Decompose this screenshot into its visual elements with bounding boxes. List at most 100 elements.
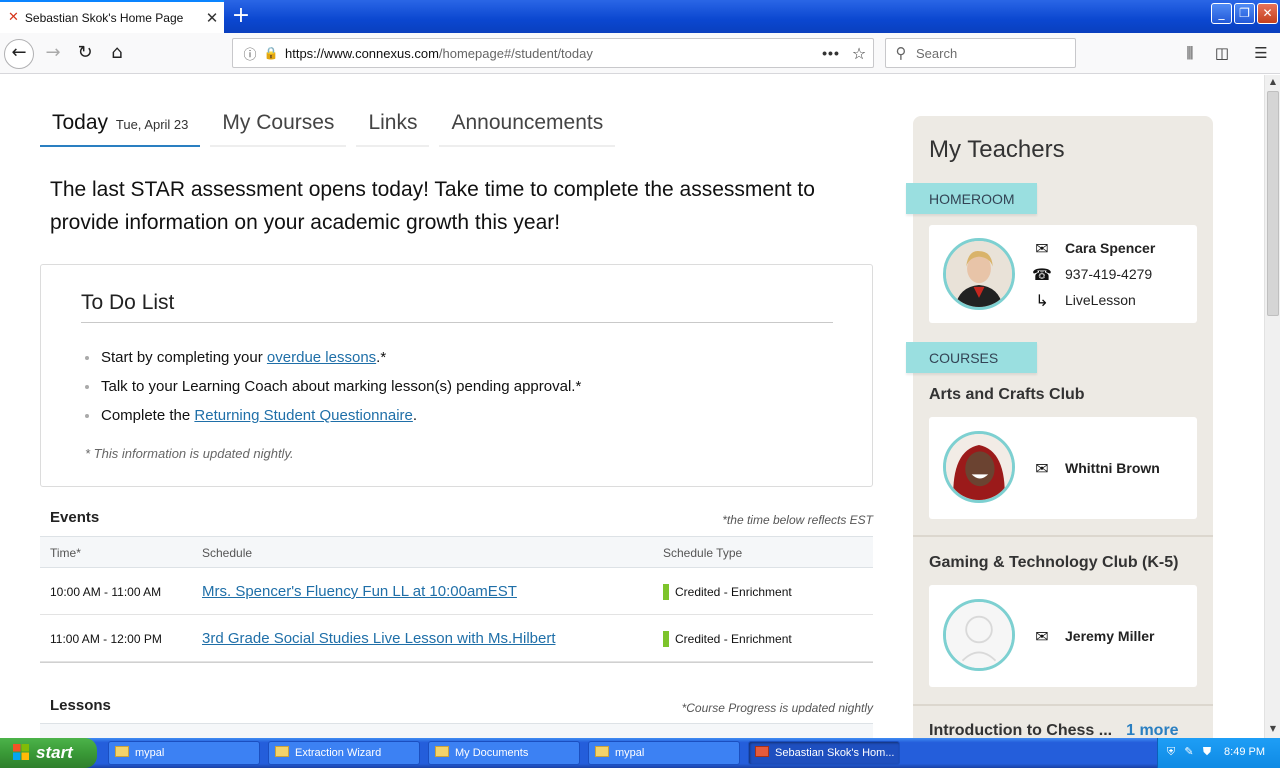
course-teacher-card: ✉ Whittni Brown xyxy=(929,417,1197,519)
todo-note: * This information is updated nightly. xyxy=(85,446,294,461)
minimize-button[interactable]: _ xyxy=(1211,3,1232,24)
events-title: Events xyxy=(50,509,100,526)
url-text[interactable]: https://www.connexus.com/homepage#/stude… xyxy=(281,46,817,61)
folder-icon xyxy=(275,746,289,757)
todo-item-suffix: .* xyxy=(376,349,387,366)
close-tab-icon[interactable]: ✕ xyxy=(200,9,224,27)
browser-tab-title: Sebastian Skok's Home Page xyxy=(24,10,184,25)
security-tray-icon[interactable]: ⛊ xyxy=(1200,745,1214,759)
tab-today[interactable]: Today Tue, April 23 xyxy=(40,105,201,147)
course-teacher-card: ✉ Jeremy Miller xyxy=(929,585,1197,687)
course-divider xyxy=(913,704,1213,706)
library-icon[interactable]: ⫼ xyxy=(1178,42,1202,66)
schedule-type-marker xyxy=(663,631,669,647)
email-icon[interactable]: ✉ xyxy=(1031,239,1053,258)
back-icon[interactable]: ← xyxy=(4,39,34,69)
event-schedule-type: Credited - Enrichment xyxy=(675,585,792,599)
navigation-toolbar: ← → ↻ ⌂ ⓘ 🔒 https://www.connexus.com/hom… xyxy=(0,33,1280,74)
email-icon[interactable]: ✉ xyxy=(1031,459,1053,478)
lock-warning-icon[interactable]: 🔒 xyxy=(261,46,281,60)
course-divider xyxy=(913,535,1213,537)
scrollbar-thumb[interactable] xyxy=(1267,91,1279,316)
page-tabs: Today Tue, April 23 My Courses Links Ann… xyxy=(40,105,625,147)
todo-item-learning-coach: Talk to your Learning Coach about markin… xyxy=(85,378,581,407)
column-header-schedule-type: Schedule Type xyxy=(663,546,743,560)
todo-divider xyxy=(81,322,833,323)
url-path: /homepage#/student/today xyxy=(438,45,593,61)
tab-my-courses[interactable]: My Courses xyxy=(210,105,347,147)
events-table-header: Time* Schedule Schedule Type xyxy=(40,536,873,568)
overdue-lessons-link[interactable]: overdue lessons xyxy=(267,349,376,366)
folder-icon xyxy=(115,746,129,757)
clock: 8:49 PM xyxy=(1224,746,1265,758)
teacher-photo-avatar xyxy=(943,238,1015,310)
questionnaire-link[interactable]: Returning Student Questionnaire xyxy=(194,407,412,424)
taskbar-item[interactable]: mypal xyxy=(108,741,260,765)
forward-icon[interactable]: → xyxy=(38,39,68,69)
my-teachers-panel: My Teachers HOMEROOM ✉ Cara Spencer ☎ 937-… xyxy=(906,116,1213,738)
reload-icon[interactable]: ↻ xyxy=(70,39,100,69)
livelesson-icon[interactable]: ↳ xyxy=(1031,291,1053,310)
events-note: *the time below reflects EST xyxy=(722,513,873,527)
phone-icon: ☎ xyxy=(1032,264,1052,284)
todo-list-card: To Do List Start by completing your over… xyxy=(40,264,873,487)
address-bar[interactable]: ⓘ 🔒 https://www.connexus.com/homepage#/s… xyxy=(232,38,874,68)
my-teachers-title: My Teachers xyxy=(929,136,1065,163)
home-icon[interactable]: ⌂ xyxy=(102,39,132,69)
search-icon: ⚲ xyxy=(895,44,907,62)
windows-logo-icon xyxy=(13,744,29,760)
taskbar-item[interactable]: Extraction Wizard xyxy=(268,741,420,765)
event-schedule-link[interactable]: 3rd Grade Social Studies Live Lesson wit… xyxy=(202,630,556,647)
restore-button[interactable]: ❐ xyxy=(1234,3,1255,24)
course-title: Introduction to Chess ... xyxy=(929,722,1113,738)
tab-links[interactable]: Links xyxy=(356,105,430,147)
system-tray: ⛨ ✎ ⛊ 8:49 PM xyxy=(1157,738,1280,768)
todo-item-text: Start by completing your xyxy=(101,349,267,366)
teacher-name[interactable]: Cara Spencer xyxy=(1065,240,1155,256)
teacher-name[interactable]: Jeremy Miller xyxy=(1065,628,1155,644)
folder-icon xyxy=(435,746,449,757)
teacher-photo-avatar xyxy=(943,431,1015,503)
more-courses-link[interactable]: 1 more xyxy=(1126,722,1178,738)
start-label: start xyxy=(36,743,73,762)
menu-icon[interactable]: ☰ xyxy=(1249,42,1273,66)
star-icon[interactable]: ☆ xyxy=(845,44,873,63)
email-row[interactable]: ✉ Jeremy Miller xyxy=(1031,623,1155,649)
homeroom-contact: ✉ Cara Spencer ☎ 937-419-4279 ↳ LiveLesson xyxy=(1031,235,1155,313)
course-title-with-more: Introduction to Chess ... 1 more xyxy=(929,722,1179,738)
phone-row: ☎ 937-419-4279 xyxy=(1031,261,1155,287)
teacher-name[interactable]: Whittni Brown xyxy=(1065,460,1160,476)
livelesson-link[interactable]: LiveLesson xyxy=(1065,292,1136,308)
column-header-schedule: Schedule xyxy=(202,546,253,560)
email-icon[interactable]: ✉ xyxy=(1031,627,1053,646)
new-tab-button[interactable]: + xyxy=(228,4,254,30)
event-time: 10:00 AM - 11:00 AM xyxy=(50,585,162,599)
event-schedule-link[interactable]: Mrs. Spencer's Fluency Fun LL at 10:00am… xyxy=(202,583,517,600)
page-scrollbar[interactable]: ▲ ▼ xyxy=(1264,75,1280,738)
search-input[interactable]: ⚲ Search xyxy=(885,38,1076,68)
event-time: 11:00 AM - 12:00 PM xyxy=(50,632,162,646)
table-row: 11:00 AM - 12:00 PM 3rd Grade Social Stu… xyxy=(40,615,873,662)
lessons-title: Lessons xyxy=(50,697,111,714)
info-icon[interactable]: ⓘ xyxy=(239,44,261,63)
tab-today-date: Tue, April 23 xyxy=(115,117,189,132)
browser-icon xyxy=(755,746,769,757)
network-tray-icon[interactable]: ⛨ xyxy=(1164,745,1178,759)
taskbar-item-active[interactable]: Sebastian Skok's Hom... xyxy=(748,741,900,765)
email-row[interactable]: ✉ Cara Spencer xyxy=(1031,235,1155,261)
tab-announcements[interactable]: Announcements xyxy=(439,105,616,147)
page-actions-icon[interactable]: ••• xyxy=(817,45,845,61)
taskbar-item[interactable]: My Documents xyxy=(428,741,580,765)
scroll-up-icon[interactable]: ▲ xyxy=(1267,77,1279,89)
close-window-button[interactable]: ✕ xyxy=(1257,3,1278,24)
taskbar-item-label: mypal xyxy=(615,747,645,759)
livelesson-row[interactable]: ↳ LiveLesson xyxy=(1031,287,1155,313)
sidebar-icon[interactable]: ◫ xyxy=(1210,42,1234,66)
scroll-down-icon[interactable]: ▼ xyxy=(1267,724,1279,736)
todo-item-questionnaire: Complete the Returning Student Questionn… xyxy=(85,407,581,436)
start-button[interactable]: start xyxy=(0,738,97,768)
tools-tray-icon[interactable]: ✎ xyxy=(1182,745,1196,759)
browser-tab[interactable]: ✕ Sebastian Skok's Home Page ✕ xyxy=(0,0,224,33)
taskbar-item[interactable]: mypal xyxy=(588,741,740,765)
email-row[interactable]: ✉ Whittni Brown xyxy=(1031,455,1160,481)
